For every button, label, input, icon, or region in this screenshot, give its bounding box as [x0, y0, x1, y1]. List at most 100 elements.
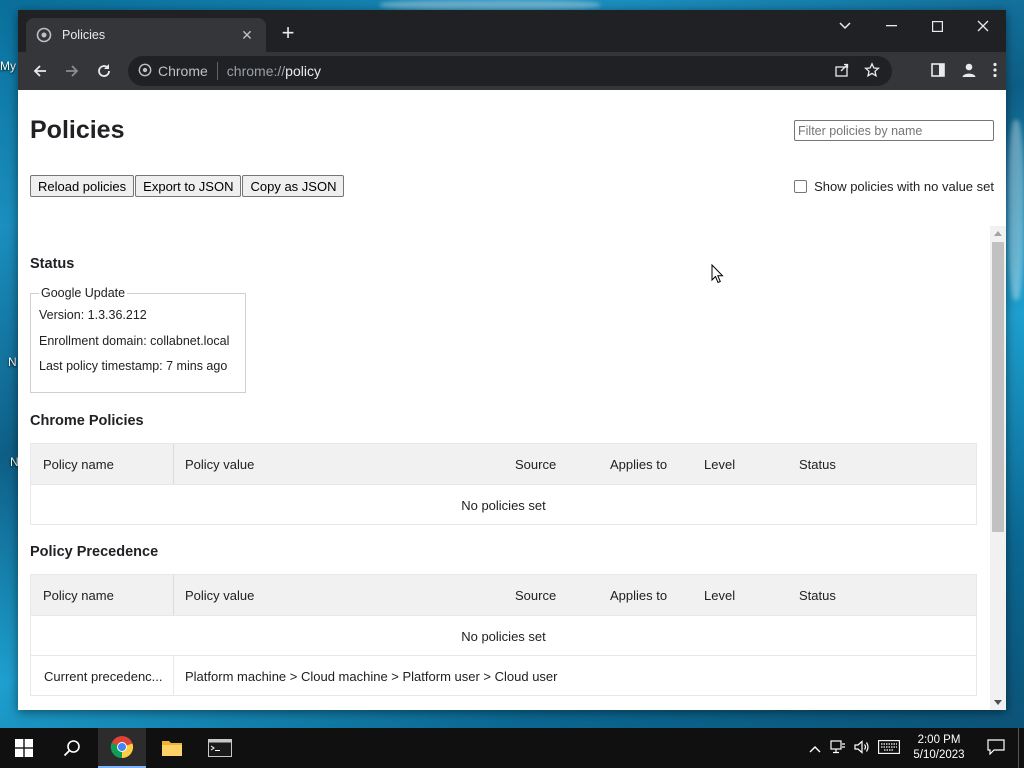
- column-header: Applies to: [610, 457, 668, 472]
- policy-value-cell: Platform machine > Cloud machine > Platf…: [185, 669, 558, 684]
- toolbar-actions: [930, 56, 998, 86]
- reload-icon[interactable]: [88, 57, 120, 85]
- column-header: Policy value: [185, 588, 255, 603]
- policy-precedence-heading: Policy Precedence: [30, 544, 159, 560]
- desktop-icon-label[interactable]: My: [0, 59, 16, 73]
- tab-search-chevron-icon[interactable]: [822, 10, 868, 42]
- filter-policies-input[interactable]: [794, 120, 994, 141]
- url-path: policy: [285, 63, 321, 79]
- profile-icon[interactable]: [960, 61, 978, 82]
- terminal-icon: [208, 739, 232, 757]
- tab-title: Policies: [62, 28, 106, 42]
- status-timestamp: Last policy timestamp: 7 mins ago: [39, 359, 228, 373]
- chrome-logo-icon: [110, 736, 134, 759]
- clock[interactable]: 2:00 PM 5/10/2023: [904, 733, 974, 763]
- status-box-title: Google Update: [39, 286, 128, 300]
- show-desktop-button[interactable]: [1018, 728, 1024, 768]
- table-header: Policy name Policy value Source Applies …: [31, 444, 976, 484]
- status-version: Version: 1.3.36.212: [39, 308, 147, 322]
- chrome-site-icon: [138, 63, 152, 80]
- chrome-policies-table: Policy name Policy value Source Applies …: [30, 443, 977, 525]
- volume-icon[interactable]: [850, 739, 874, 757]
- windows-logo-icon: [15, 739, 33, 757]
- policy-scroll-area[interactable]: Status Google Update Version: 1.3.36.212…: [18, 226, 1006, 710]
- column-header: Level: [704, 457, 736, 472]
- column-header: Status: [799, 457, 836, 472]
- back-icon[interactable]: [24, 57, 56, 85]
- folder-icon: [162, 741, 182, 756]
- show-no-value-toggle[interactable]: Show policies with no value set: [794, 179, 994, 194]
- start-button[interactable]: [0, 728, 48, 768]
- share-icon[interactable]: [834, 62, 850, 81]
- browser-toolbar: Chrome chrome://policy: [18, 52, 1006, 90]
- network-icon[interactable]: [826, 739, 850, 757]
- water-highlight: [380, 0, 600, 10]
- browser-window: Policies ✕ + Chrome chrome:// policy Pol…: [18, 10, 1006, 710]
- taskbar-chrome[interactable]: [98, 728, 146, 768]
- menu-kebab-icon[interactable]: [992, 62, 998, 81]
- copy-json-button[interactable]: Copy as JSON: [242, 175, 345, 197]
- omnibox-actions: [834, 56, 880, 86]
- reload-policies-button[interactable]: Reload policies: [30, 175, 135, 197]
- taskbar-file-explorer[interactable]: [148, 728, 196, 768]
- tab-strip: Policies ✕ +: [18, 10, 1006, 52]
- column-header: Policy name: [43, 588, 114, 603]
- column-divider: [173, 575, 174, 615]
- tab-policies[interactable]: Policies ✕: [26, 18, 266, 52]
- table-header: Policy name Policy value Source Applies …: [31, 575, 976, 615]
- forward-icon[interactable]: [56, 57, 88, 85]
- keyboard-icon[interactable]: [874, 739, 904, 757]
- empty-message: No policies set: [461, 629, 546, 644]
- search-icon: [63, 740, 80, 757]
- status-box: Google Update Version: 1.3.36.212 Enroll…: [30, 286, 246, 393]
- export-json-button[interactable]: Export to JSON: [135, 175, 242, 197]
- url-scheme: chrome://: [226, 63, 286, 79]
- column-header: Level: [704, 588, 736, 603]
- page-title: Policies: [30, 116, 125, 144]
- policy-name-cell: Current precedenc...: [44, 669, 163, 684]
- system-tray: 2:00 PM 5/10/2023: [804, 728, 1024, 768]
- column-header: Applies to: [610, 588, 668, 603]
- close-window-icon[interactable]: [960, 10, 1006, 42]
- chrome-settings-icon: [36, 27, 52, 43]
- taskbar-terminal[interactable]: [196, 728, 244, 768]
- tray-overflow-chevron-icon[interactable]: [804, 741, 826, 756]
- column-header: Policy value: [185, 457, 255, 472]
- maximize-icon[interactable]: [914, 10, 960, 42]
- new-tab-button[interactable]: +: [276, 22, 300, 44]
- omnibox-divider: [216, 62, 218, 80]
- side-panel-icon[interactable]: [930, 62, 946, 81]
- table-row: No policies set: [31, 615, 976, 655]
- search-button[interactable]: [48, 728, 96, 768]
- scrollbar-thumb[interactable]: [992, 242, 1004, 532]
- water-highlight: [1008, 120, 1024, 300]
- table-row[interactable]: Current precedenc... Platform machine > …: [31, 655, 976, 696]
- address-bar[interactable]: Chrome chrome://policy: [128, 56, 892, 86]
- notifications-icon[interactable]: [974, 738, 1018, 758]
- status-heading: Status: [30, 256, 75, 272]
- show-no-value-checkbox[interactable]: [794, 180, 808, 193]
- policy-page: Policies Reload policies Export to JSON …: [18, 90, 1006, 710]
- table-row: No policies set: [31, 484, 976, 524]
- column-divider: [173, 444, 174, 484]
- taskbar: 2:00 PM 5/10/2023: [0, 728, 1024, 768]
- column-header: Source: [515, 588, 557, 603]
- chrome-policies-heading: Chrome Policies: [30, 413, 144, 429]
- column-header: Policy name: [43, 457, 114, 472]
- column-divider: [173, 656, 174, 696]
- scroll-down-arrow-icon[interactable]: [994, 700, 1002, 705]
- policy-precedence-table: Policy name Policy value Source Applies …: [30, 574, 977, 696]
- close-tab-icon[interactable]: ✕: [238, 27, 256, 44]
- minimize-icon[interactable]: [868, 10, 914, 42]
- clock-time: 2:00 PM: [917, 734, 961, 746]
- clock-date: 5/10/2023: [913, 749, 965, 761]
- bookmark-star-icon[interactable]: [864, 61, 880, 81]
- vertical-scrollbar[interactable]: [990, 226, 1006, 710]
- action-buttons: Reload policies Export to JSON Copy as J…: [30, 175, 345, 197]
- desktop-icon-label[interactable]: N: [8, 355, 17, 369]
- status-enrollment: Enrollment domain: collabnet.local: [39, 334, 230, 348]
- show-no-value-label: Show policies with no value set: [814, 179, 994, 194]
- scroll-up-arrow-icon[interactable]: [994, 231, 1002, 236]
- site-label: Chrome: [158, 63, 208, 79]
- column-header: Source: [515, 457, 557, 472]
